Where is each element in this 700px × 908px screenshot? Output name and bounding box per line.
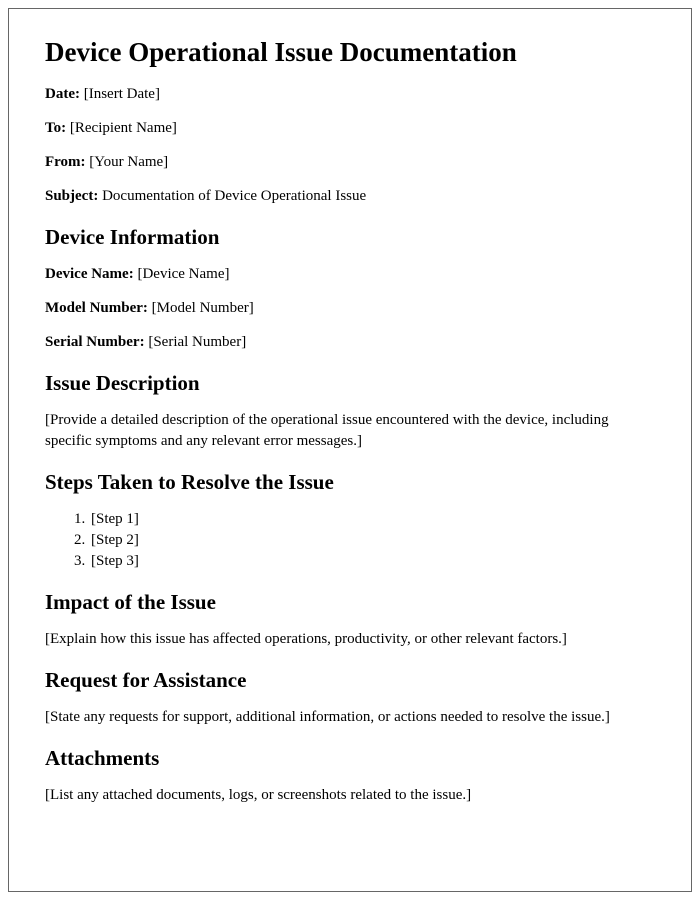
serial-number-value: [Serial Number] [148,334,246,350]
serial-number-field: Serial Number: [Serial Number] [45,332,655,353]
document-title: Device Operational Issue Documentation [45,37,655,68]
issue-description-body: [Provide a detailed description of the o… [45,410,655,452]
document-page: Device Operational Issue Documentation D… [8,8,692,892]
step-item: [Step 3] [89,551,655,572]
step-item: [Step 1] [89,509,655,530]
request-heading: Request for Assistance [45,668,655,693]
to-label: To: [45,120,66,136]
subject-value: Documentation of Device Operational Issu… [102,188,366,204]
to-value: [Recipient Name] [70,120,177,136]
from-label: From: [45,154,86,170]
attachments-body: [List any attached documents, logs, or s… [45,785,655,806]
subject-label: Subject: [45,188,98,204]
steps-heading: Steps Taken to Resolve the Issue [45,470,655,495]
model-number-label: Model Number: [45,300,148,316]
date-field: Date: [Insert Date] [45,84,655,105]
date-value: [Insert Date] [84,86,160,102]
subject-field: Subject: Documentation of Device Operati… [45,186,655,207]
impact-body: [Explain how this issue has affected ope… [45,629,655,650]
date-label: Date: [45,86,80,102]
impact-heading: Impact of the Issue [45,590,655,615]
steps-list: [Step 1] [Step 2] [Step 3] [89,509,655,572]
device-name-value: [Device Name] [137,266,229,282]
from-field: From: [Your Name] [45,152,655,173]
request-body: [State any requests for support, additio… [45,707,655,728]
issue-description-heading: Issue Description [45,371,655,396]
from-value: [Your Name] [89,154,168,170]
model-number-value: [Model Number] [152,300,254,316]
serial-number-label: Serial Number: [45,334,145,350]
to-field: To: [Recipient Name] [45,118,655,139]
device-info-heading: Device Information [45,225,655,250]
attachments-heading: Attachments [45,746,655,771]
device-name-label: Device Name: [45,266,134,282]
step-item: [Step 2] [89,530,655,551]
model-number-field: Model Number: [Model Number] [45,298,655,319]
device-name-field: Device Name: [Device Name] [45,264,655,285]
